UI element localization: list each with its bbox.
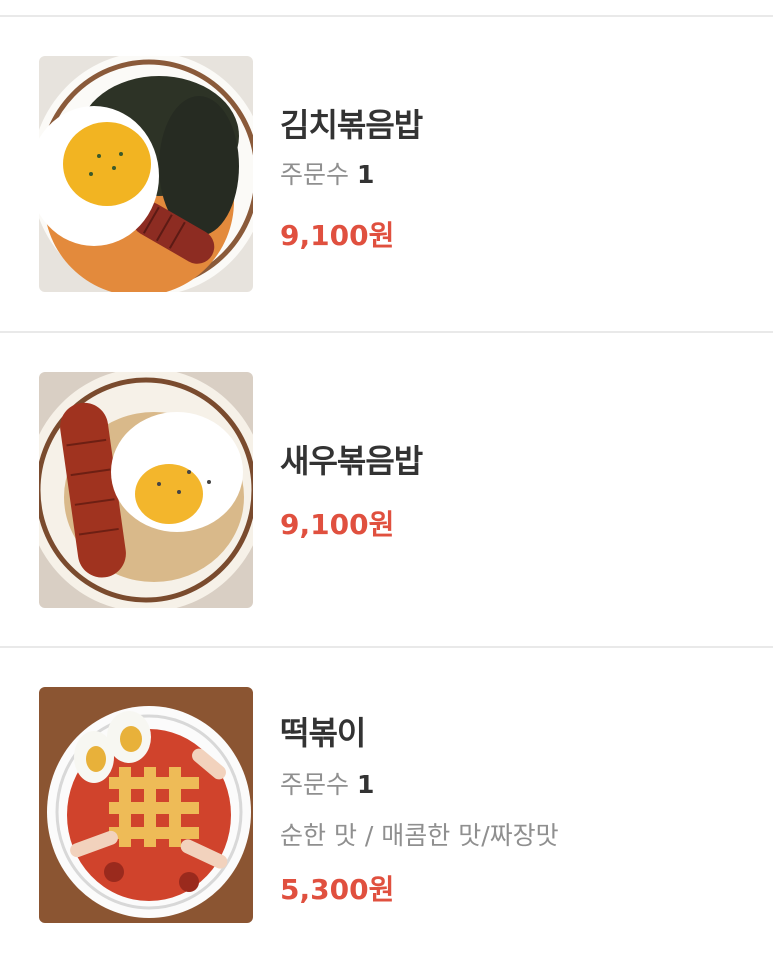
order-count-label: 주문수: [280, 160, 350, 189]
order-count: 주문수 1: [280, 765, 374, 801]
menu-item-price: 9,100원: [280, 219, 395, 252]
order-count-value: 1: [357, 160, 375, 189]
menu-item-name: 떡볶이: [280, 714, 366, 752]
menu-item-price: 5,300원: [280, 873, 395, 906]
menu-list: 김치볶음밥 주문수 1 9,100원 새우볶음밥 9,100원 떡볶이 주문수 …: [0, 0, 773, 960]
tteokbokki-photo-icon: [39, 687, 253, 923]
menu-item-options: 순한 맛 / 매콤한 맛/짜장맛: [280, 821, 559, 850]
shrimp-fried-rice-photo-icon: [39, 372, 253, 608]
menu-item-image: [39, 56, 253, 292]
menu-item-shrimp-fried-rice[interactable]: 새우볶음밥 9,100원: [0, 333, 773, 633]
menu-item-name: 새우볶음밥: [280, 442, 423, 480]
menu-item-kimchi-fried-rice[interactable]: 김치볶음밥 주문수 1 9,100원: [0, 17, 773, 317]
menu-item-price: 9,100원: [280, 508, 395, 541]
order-count: 주문수 1: [280, 155, 374, 191]
order-count-label: 주문수: [280, 770, 350, 799]
menu-item-image: [39, 687, 253, 923]
menu-item-image: [39, 372, 253, 608]
order-count-value: 1: [357, 770, 375, 799]
kimchi-fried-rice-photo-icon: [39, 56, 253, 292]
menu-item-name: 김치볶음밥: [280, 106, 423, 144]
menu-item-tteokbokki[interactable]: 떡볶이 주문수 1 순한 맛 / 매콤한 맛/짜장맛 5,300원: [0, 648, 773, 948]
